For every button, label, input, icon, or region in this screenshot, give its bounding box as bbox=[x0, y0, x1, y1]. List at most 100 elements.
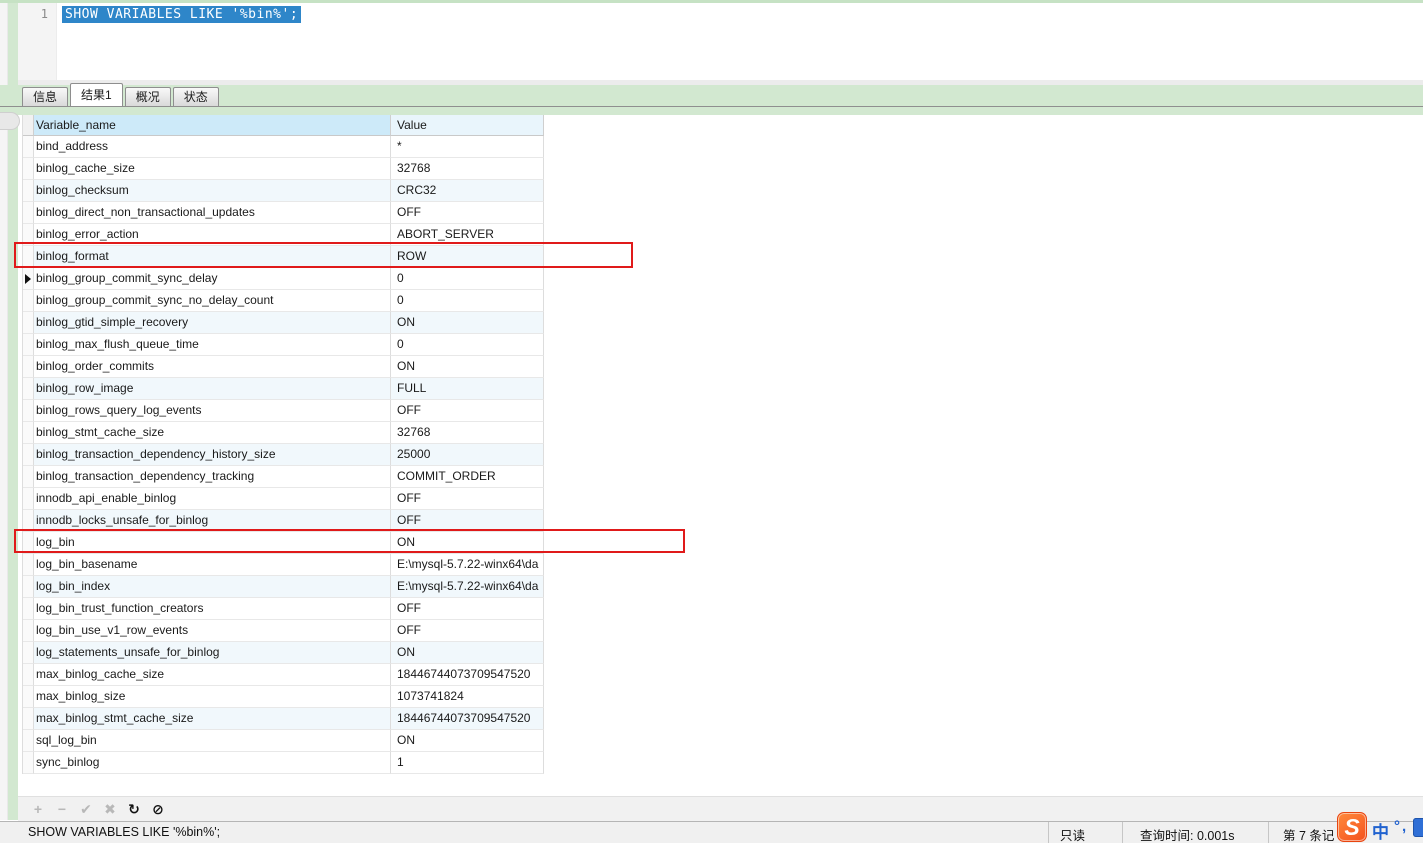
cell-variable-name[interactable]: max_binlog_size bbox=[34, 686, 391, 708]
cell-value[interactable]: ON bbox=[391, 356, 544, 378]
row-selector-cell[interactable] bbox=[23, 444, 34, 466]
table-row[interactable]: binlog_group_commit_sync_no_delay_count … bbox=[23, 290, 544, 312]
cell-value[interactable]: E:\mysql-5.7.22-winx64\da bbox=[391, 554, 544, 576]
cell-variable-name[interactable]: log_bin_trust_function_creators bbox=[34, 598, 391, 620]
table-row[interactable]: log_bin_basename E:\mysql-5.7.22-winx64\… bbox=[23, 554, 544, 576]
row-selector-cell[interactable] bbox=[23, 620, 34, 642]
cell-value[interactable]: 1073741824 bbox=[391, 686, 544, 708]
cell-value[interactable]: ROW bbox=[391, 246, 544, 268]
cell-value[interactable]: OFF bbox=[391, 598, 544, 620]
cell-value[interactable]: 18446744073709547520 bbox=[391, 664, 544, 686]
table-row[interactable]: binlog_checksum CRC32 bbox=[23, 180, 544, 202]
table-row[interactable]: log_bin_trust_function_creators OFF bbox=[23, 598, 544, 620]
table-row[interactable]: bind_address * bbox=[23, 136, 544, 158]
cell-variable-name[interactable]: binlog_stmt_cache_size bbox=[34, 422, 391, 444]
cell-value[interactable]: OFF bbox=[391, 202, 544, 224]
table-row[interactable]: log_bin_use_v1_row_events OFF bbox=[23, 620, 544, 642]
cell-value[interactable]: 25000 bbox=[391, 444, 544, 466]
table-row[interactable]: log_bin ON bbox=[23, 532, 544, 554]
table-row[interactable]: binlog_transaction_dependency_tracking C… bbox=[23, 466, 544, 488]
cell-variable-name[interactable]: bind_address bbox=[34, 136, 391, 158]
row-selector-cell[interactable] bbox=[23, 466, 34, 488]
row-selector-cell[interactable] bbox=[23, 532, 34, 554]
table-row[interactable]: max_binlog_size 1073741824 bbox=[23, 686, 544, 708]
cell-value[interactable]: OFF bbox=[391, 400, 544, 422]
sql-selected-text[interactable]: SHOW VARIABLES LIKE '%bin%'; bbox=[62, 6, 301, 23]
cell-variable-name[interactable]: binlog_transaction_dependency_history_si… bbox=[34, 444, 391, 466]
row-selector-cell[interactable] bbox=[23, 180, 34, 202]
table-row[interactable]: binlog_direct_non_transactional_updates … bbox=[23, 202, 544, 224]
cell-variable-name[interactable]: log_bin_use_v1_row_events bbox=[34, 620, 391, 642]
cell-variable-name[interactable]: binlog_transaction_dependency_tracking bbox=[34, 466, 391, 488]
row-selector-cell[interactable] bbox=[23, 686, 34, 708]
cell-variable-name[interactable]: binlog_group_commit_sync_delay bbox=[34, 268, 391, 290]
row-selector-cell[interactable] bbox=[23, 246, 34, 268]
table-row[interactable]: max_binlog_stmt_cache_size 1844674407370… bbox=[23, 708, 544, 730]
sogou-ime-icon[interactable]: S bbox=[1337, 812, 1367, 842]
tab-2[interactable]: 概况 bbox=[125, 87, 171, 106]
row-selector-cell[interactable] bbox=[23, 730, 34, 752]
cell-variable-name[interactable]: sql_log_bin bbox=[34, 730, 391, 752]
row-selector-cell[interactable] bbox=[23, 290, 34, 312]
cell-value[interactable]: 0 bbox=[391, 290, 544, 312]
cell-variable-name[interactable]: max_binlog_cache_size bbox=[34, 664, 391, 686]
row-selector-cell[interactable] bbox=[23, 400, 34, 422]
table-row[interactable]: innodb_locks_unsafe_for_binlog OFF bbox=[23, 510, 544, 532]
table-row[interactable]: binlog_max_flush_queue_time 0 bbox=[23, 334, 544, 356]
cell-variable-name[interactable]: sync_binlog bbox=[34, 752, 391, 774]
column-header-value[interactable]: Value bbox=[391, 115, 544, 136]
cell-value[interactable]: CRC32 bbox=[391, 180, 544, 202]
table-row[interactable]: binlog_format ROW bbox=[23, 246, 544, 268]
cell-value[interactable]: 32768 bbox=[391, 422, 544, 444]
table-row[interactable]: sql_log_bin ON bbox=[23, 730, 544, 752]
cell-value[interactable]: * bbox=[391, 136, 544, 158]
cell-value[interactable]: OFF bbox=[391, 510, 544, 532]
row-selector-cell[interactable] bbox=[23, 554, 34, 576]
cell-variable-name[interactable]: binlog_rows_query_log_events bbox=[34, 400, 391, 422]
ime-keyboard-icon[interactable] bbox=[1413, 818, 1423, 837]
sql-editor[interactable]: 1 SHOW VARIABLES LIKE '%bin%'; bbox=[18, 3, 1423, 80]
cell-value[interactable]: FULL bbox=[391, 378, 544, 400]
cell-variable-name[interactable]: innodb_api_enable_binlog bbox=[34, 488, 391, 510]
cell-value[interactable]: E:\mysql-5.7.22-winx64\da bbox=[391, 576, 544, 598]
table-row[interactable]: binlog_row_image FULL bbox=[23, 378, 544, 400]
cell-variable-name[interactable]: binlog_row_image bbox=[34, 378, 391, 400]
tab-0[interactable]: 信息 bbox=[22, 87, 68, 106]
row-selector-cell[interactable] bbox=[23, 752, 34, 774]
row-selector-cell[interactable] bbox=[23, 708, 34, 730]
table-row[interactable]: binlog_transaction_dependency_history_si… bbox=[23, 444, 544, 466]
tab-1[interactable]: 结果1 bbox=[70, 83, 123, 106]
cell-value[interactable]: ON bbox=[391, 312, 544, 334]
cell-variable-name[interactable]: binlog_cache_size bbox=[34, 158, 391, 180]
row-selector-cell[interactable] bbox=[23, 268, 34, 290]
table-row[interactable]: binlog_gtid_simple_recovery ON bbox=[23, 312, 544, 334]
cell-variable-name[interactable]: binlog_checksum bbox=[34, 180, 391, 202]
cell-variable-name[interactable]: binlog_group_commit_sync_no_delay_count bbox=[34, 290, 391, 312]
table-row[interactable]: sync_binlog 1 bbox=[23, 752, 544, 774]
table-row[interactable]: log_statements_unsafe_for_binlog ON bbox=[23, 642, 544, 664]
column-header-variable-name[interactable]: Variable_name bbox=[34, 115, 391, 136]
table-row[interactable]: log_bin_index E:\mysql-5.7.22-winx64\da bbox=[23, 576, 544, 598]
cell-variable-name[interactable]: binlog_order_commits bbox=[34, 356, 391, 378]
cell-value[interactable]: COMMIT_ORDER bbox=[391, 466, 544, 488]
row-selector-cell[interactable] bbox=[23, 422, 34, 444]
cell-value[interactable]: 32768 bbox=[391, 158, 544, 180]
row-selector-cell[interactable] bbox=[23, 664, 34, 686]
cell-value[interactable]: OFF bbox=[391, 620, 544, 642]
stop-icon[interactable]: ⊘ bbox=[146, 801, 170, 818]
table-row[interactable]: binlog_order_commits ON bbox=[23, 356, 544, 378]
row-selector-cell[interactable] bbox=[23, 488, 34, 510]
cell-value[interactable]: ABORT_SERVER bbox=[391, 224, 544, 246]
table-row[interactable]: innodb_api_enable_binlog OFF bbox=[23, 488, 544, 510]
row-selector-header[interactable] bbox=[23, 115, 34, 136]
table-row[interactable]: binlog_error_action ABORT_SERVER bbox=[23, 224, 544, 246]
cell-variable-name[interactable]: binlog_gtid_simple_recovery bbox=[34, 312, 391, 334]
table-row[interactable]: binlog_stmt_cache_size 32768 bbox=[23, 422, 544, 444]
cell-variable-name[interactable]: log_bin bbox=[34, 532, 391, 554]
table-row[interactable]: max_binlog_cache_size 184467440737095475… bbox=[23, 664, 544, 686]
ime-language-indicator[interactable]: 中 bbox=[1372, 818, 1389, 843]
table-row[interactable]: binlog_cache_size 32768 bbox=[23, 158, 544, 180]
row-selector-cell[interactable] bbox=[23, 378, 34, 400]
cell-value[interactable]: 0 bbox=[391, 334, 544, 356]
refresh-icon[interactable]: ↻ bbox=[122, 801, 146, 818]
